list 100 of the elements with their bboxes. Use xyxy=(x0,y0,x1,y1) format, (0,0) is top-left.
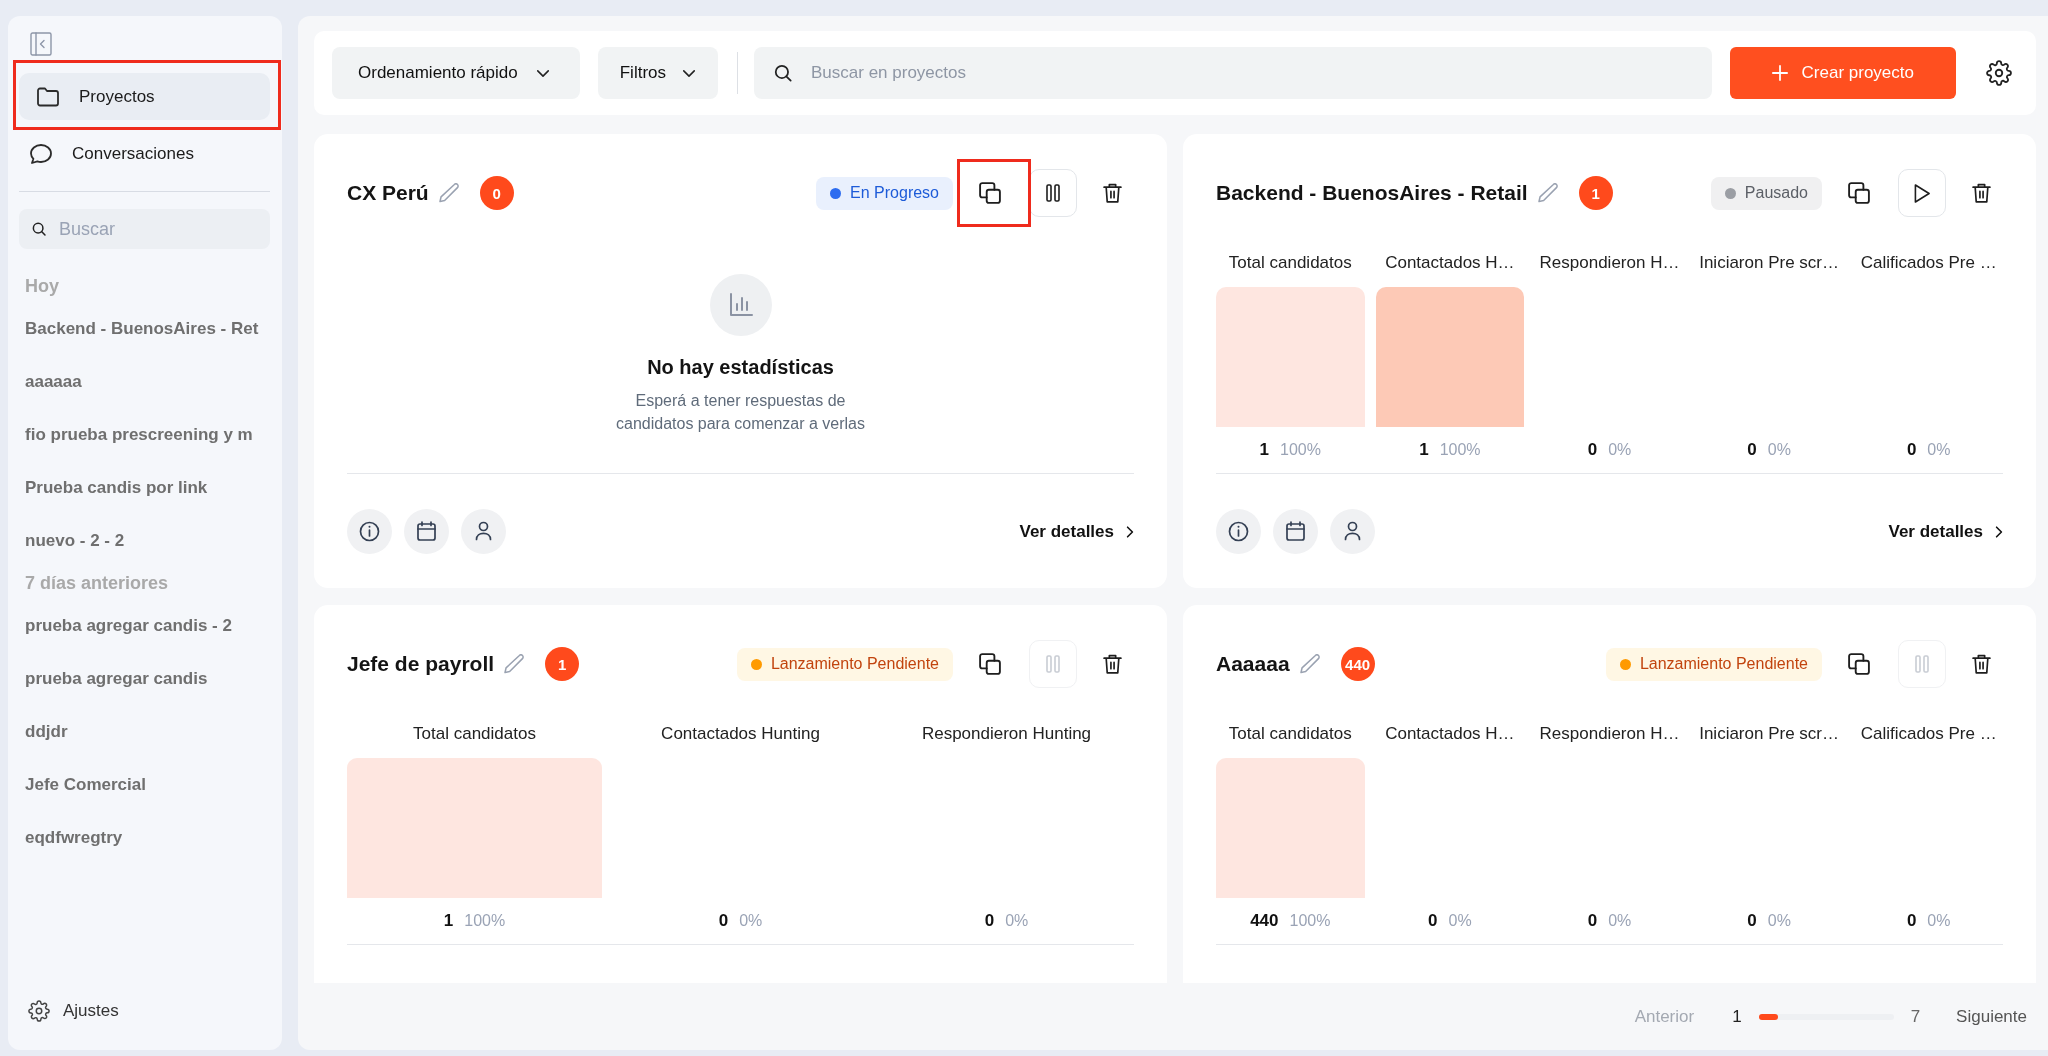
sidebar-item[interactable]: aaaaaa xyxy=(25,371,82,392)
metric-label: Contactados H… xyxy=(1385,253,1515,273)
sidebar-item[interactable]: eqdfwregtry xyxy=(25,827,123,848)
empty-title: No hay estadísticas xyxy=(647,355,834,379)
metric-label: Respondieron Hunting xyxy=(921,724,1092,744)
plus-icon xyxy=(1771,65,1788,81)
info-icon[interactable] xyxy=(347,509,392,554)
project-title: CX Perú xyxy=(347,181,429,205)
metric-percent: 0% xyxy=(1005,912,1029,930)
sidebar-item[interactable]: nuevo - 2 - 2 xyxy=(25,530,125,551)
sidebar-item[interactable]: fio prueba prescreening y m xyxy=(25,424,253,445)
chat-icon xyxy=(30,143,52,164)
user-icon[interactable] xyxy=(1330,509,1375,554)
sort-button[interactable]: Ordenamiento rápido xyxy=(332,47,580,99)
metric-value: 0 xyxy=(1428,911,1438,931)
empty-message: Esperá a tener respuestas de candidatos para comenzar a verlas xyxy=(615,391,866,434)
metric-label: Respondieron H… xyxy=(1539,253,1680,273)
metric-label: Total candidatos xyxy=(413,724,536,744)
metric-value: 0 xyxy=(1587,911,1598,931)
trash-icon[interactable] xyxy=(1103,654,1122,674)
copy-icon[interactable] xyxy=(979,182,1001,204)
metric-label: Total candidatos xyxy=(1228,253,1352,273)
project-title: Jefe de payroll xyxy=(347,652,495,676)
nav-item[interactable]: Conversaciones xyxy=(19,130,270,177)
total-pages: 7 xyxy=(1910,1006,1921,1027)
pencil-icon[interactable] xyxy=(1537,183,1558,203)
status-label: Lanzamiento Pendiente xyxy=(1639,655,1808,673)
metric-value: 0 xyxy=(1747,440,1757,460)
metric-value: 0 xyxy=(718,911,729,931)
project-title: Backend - BuenosAires - Retail xyxy=(1216,181,1528,205)
status-label: Pausado xyxy=(1744,184,1808,202)
count-badge: 1 xyxy=(1578,176,1613,210)
count-badge: 1 xyxy=(545,647,580,681)
nav-item[interactable]: Proyectos xyxy=(19,73,270,120)
copy-icon[interactable] xyxy=(1848,182,1870,204)
metric-percent: 100% xyxy=(1280,441,1321,459)
section-heading: 7 días anteriores xyxy=(25,572,169,594)
play-icon xyxy=(1914,183,1930,203)
metric-label: Respondieron H… xyxy=(1539,724,1680,744)
copy-icon[interactable] xyxy=(1848,653,1870,675)
metric-label: Calificados Pre … xyxy=(1860,724,1997,744)
metric-label: Iniciaron Pre scr… xyxy=(1699,253,1839,273)
pause-icon xyxy=(1046,184,1060,202)
metric-percent: 100% xyxy=(1439,441,1481,459)
pencil-icon[interactable] xyxy=(504,654,525,674)
trash-icon[interactable] xyxy=(1972,183,1991,203)
metric-percent: 0% xyxy=(1767,912,1791,930)
sidebar-item[interactable]: Prueba candis por link xyxy=(25,477,208,498)
sidebar-item[interactable]: prueba agregar candis - 2 xyxy=(25,615,232,636)
metric-value: 0 xyxy=(1906,440,1917,460)
pencil-icon[interactable] xyxy=(1299,654,1320,674)
pause-icon xyxy=(1046,655,1060,673)
info-icon[interactable] xyxy=(1216,509,1261,554)
search-field[interactable]: Buscar xyxy=(19,209,270,249)
metric-percent: 0% xyxy=(1767,441,1791,459)
metric-label: Contactados H… xyxy=(1385,724,1515,744)
metric-percent: 100% xyxy=(1289,912,1331,930)
details-link[interactable]: Ver detalles xyxy=(1888,521,2003,542)
metric-percent: 0% xyxy=(739,912,763,930)
status-label: En Progreso xyxy=(850,184,939,202)
bar-chart-icon xyxy=(709,274,772,336)
pause-icon xyxy=(1915,655,1929,673)
metric-value: 0 xyxy=(1747,911,1757,931)
sidebar-item[interactable]: Backend - BuenosAires - Ret xyxy=(25,318,259,339)
play-button[interactable] xyxy=(1898,169,1946,217)
count-badge: 0 xyxy=(479,176,514,210)
metric-value: 0 xyxy=(1587,440,1598,460)
search-field[interactable]: Buscar en proyectos xyxy=(754,47,1712,99)
section-heading: Hoy xyxy=(25,275,59,297)
settings-icon xyxy=(28,1000,50,1022)
create-button[interactable]: Crear proyecto xyxy=(1729,47,1956,99)
metric-percent: 100% xyxy=(464,912,506,930)
calendar-icon[interactable] xyxy=(1273,509,1318,554)
metric-percent: 0% xyxy=(1608,441,1632,459)
metric-percent: 0% xyxy=(1608,912,1632,930)
project-title: Aaaaaa xyxy=(1216,652,1290,676)
settings-icon[interactable] xyxy=(1986,60,2012,86)
chevron-down-icon xyxy=(682,68,696,78)
metric-label: Total candidatos xyxy=(1228,724,1352,744)
pencil-icon[interactable] xyxy=(438,183,459,203)
search-icon xyxy=(32,222,46,236)
count-badge: 440 xyxy=(1340,647,1375,681)
sidebar-item[interactable]: Jefe Comercial xyxy=(25,774,146,795)
metric-percent: 0% xyxy=(1927,441,1951,459)
chevron-right-icon xyxy=(1995,524,2003,539)
user-icon[interactable] xyxy=(461,509,506,554)
pause-button[interactable] xyxy=(1029,169,1077,217)
chevron-right-icon xyxy=(1126,524,1134,539)
sidebar-item[interactable]: ddjdr xyxy=(25,721,68,742)
copy-icon[interactable] xyxy=(979,653,1001,675)
next-button[interactable]: Siguiente xyxy=(1956,1006,2027,1027)
settings-link[interactable]: Ajustes xyxy=(19,992,125,1030)
metric-value: 0 xyxy=(1906,911,1917,931)
details-link[interactable]: Ver detalles xyxy=(1019,521,1134,542)
sidebar-item[interactable]: prueba agregar candis xyxy=(25,668,208,689)
filter-button[interactable]: Filtros xyxy=(597,47,718,99)
calendar-icon[interactable] xyxy=(404,509,449,554)
trash-icon[interactable] xyxy=(1972,654,1991,674)
search-icon xyxy=(774,64,792,82)
trash-icon[interactable] xyxy=(1103,183,1122,203)
